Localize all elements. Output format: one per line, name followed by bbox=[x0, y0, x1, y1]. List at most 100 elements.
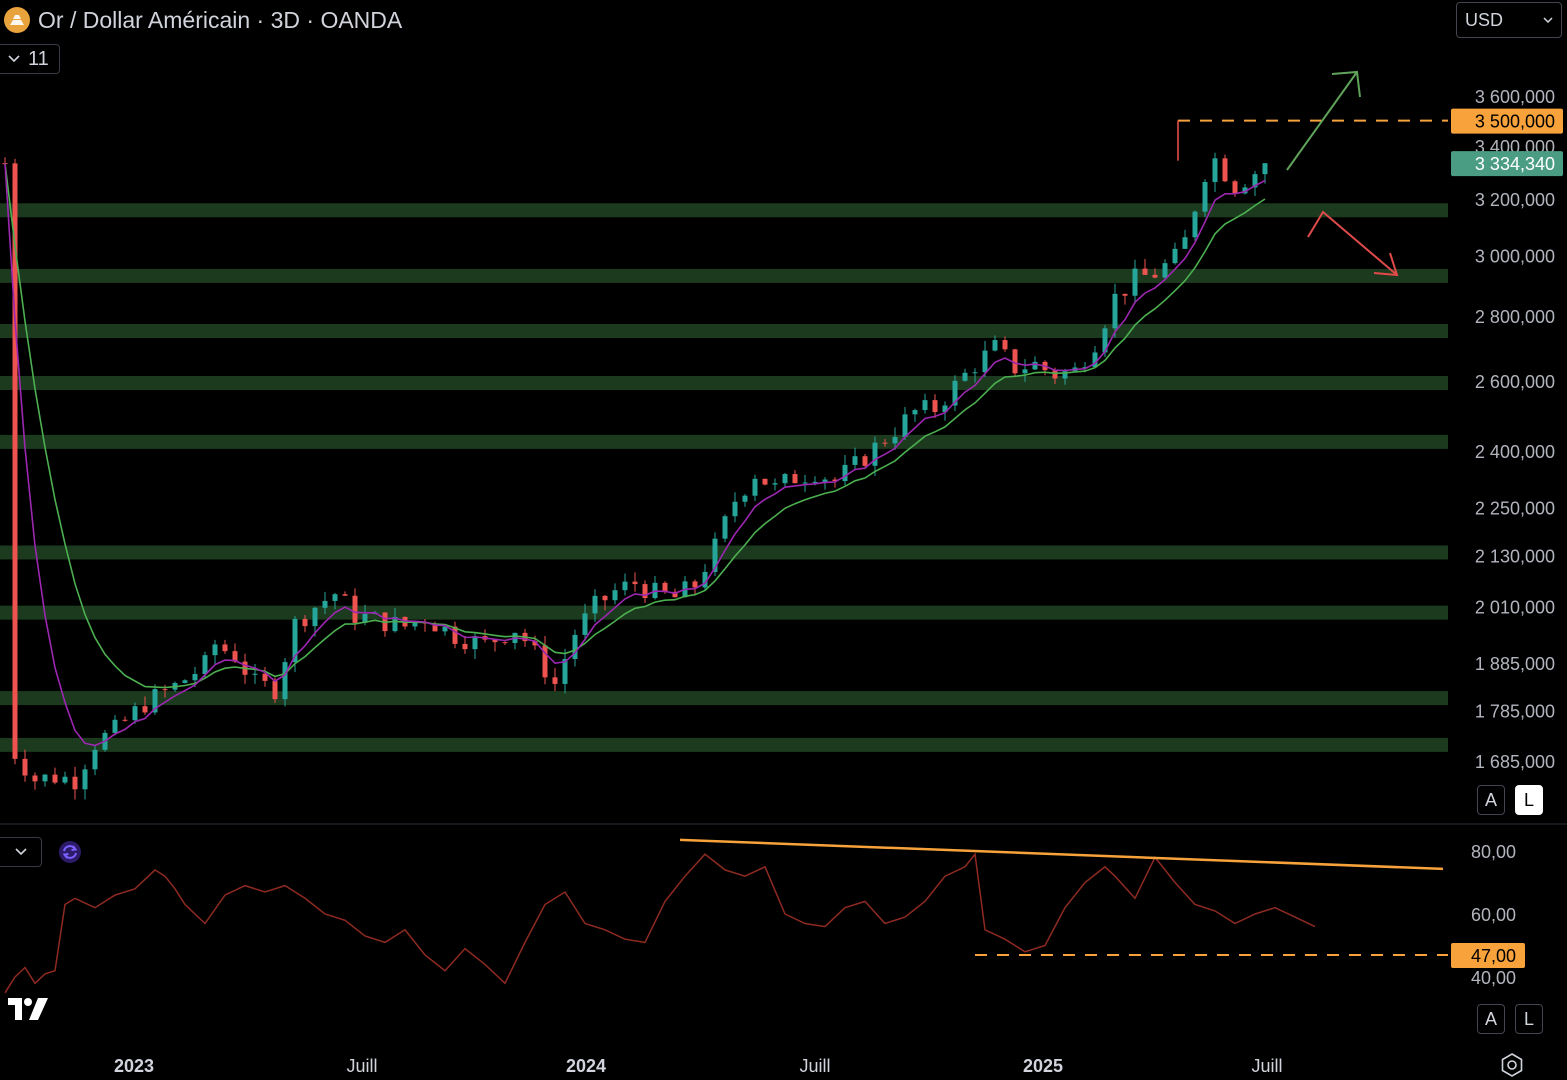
rsi-tick-label: 40,00 bbox=[1471, 968, 1516, 988]
candle-body bbox=[1122, 293, 1128, 296]
candle-body bbox=[502, 642, 508, 644]
support-resistance-zone-6 bbox=[0, 605, 1448, 620]
candle-body bbox=[912, 410, 918, 415]
candle-body bbox=[312, 607, 318, 627]
price-tick-label: 2 010,000 bbox=[1475, 598, 1555, 618]
moving-average-fast-line bbox=[4, 163, 1266, 747]
candle-body bbox=[1022, 369, 1028, 374]
candle-body bbox=[12, 163, 18, 759]
candle-body bbox=[1202, 181, 1208, 212]
rsi-tick-label: 60,00 bbox=[1471, 905, 1516, 925]
candle-body bbox=[782, 474, 788, 484]
time-axis-label: 2025 bbox=[1023, 1056, 1063, 1076]
candle-body bbox=[842, 464, 848, 482]
rsi-auto-scale-button[interactable]: A bbox=[1477, 1004, 1505, 1034]
candle-body bbox=[872, 442, 878, 466]
sync-icon[interactable] bbox=[58, 840, 82, 864]
candle-body bbox=[272, 680, 278, 700]
candle-body bbox=[992, 340, 998, 351]
candle-body bbox=[222, 644, 228, 652]
candle-body bbox=[922, 400, 928, 411]
candle-body bbox=[1182, 237, 1188, 249]
candle-body bbox=[1192, 211, 1198, 238]
candle-body bbox=[1132, 268, 1138, 296]
chart-canvas[interactable]: 3 600,0003 400,0003 200,0003 000,0002 80… bbox=[0, 0, 1567, 1080]
rsi-divergence-trendline bbox=[679, 838, 1444, 871]
time-axis-label: 2023 bbox=[114, 1056, 154, 1076]
candle-body bbox=[352, 595, 358, 623]
candle-body bbox=[982, 350, 988, 373]
candle-body bbox=[212, 644, 218, 656]
time-axis-label: Juill bbox=[346, 1056, 377, 1076]
candle-body bbox=[62, 776, 68, 783]
rsi-log-scale-button[interactable]: L bbox=[1515, 1004, 1543, 1034]
candle-body bbox=[112, 719, 118, 733]
candle-body bbox=[162, 689, 168, 691]
tradingview-logo bbox=[8, 998, 48, 1020]
candle-body bbox=[962, 372, 968, 381]
candle-body bbox=[202, 655, 208, 675]
candle-body bbox=[732, 501, 738, 517]
rsi-collapse-button[interactable] bbox=[0, 837, 42, 867]
settings-gear-icon[interactable] bbox=[1499, 1052, 1525, 1078]
candle-body bbox=[472, 636, 478, 650]
price-tick-label: 1 885,000 bbox=[1475, 654, 1555, 674]
candle-body bbox=[122, 719, 128, 721]
candle-body bbox=[1112, 293, 1118, 329]
candle-body bbox=[902, 414, 908, 438]
symbol-title[interactable]: Or / Dollar Américain · 3D · OANDA bbox=[38, 7, 402, 34]
candle-body bbox=[1052, 370, 1058, 379]
currency-label: USD bbox=[1465, 9, 1504, 30]
candle-body bbox=[332, 594, 338, 601]
candle-body bbox=[1232, 181, 1238, 194]
rsi-support-label: 47,00 bbox=[1471, 946, 1516, 966]
support-resistance-zone-2 bbox=[0, 323, 1448, 338]
currency-select[interactable]: USD bbox=[1456, 2, 1562, 38]
support-resistance-zone-8 bbox=[0, 737, 1448, 752]
candle-body bbox=[582, 613, 588, 635]
candle-body bbox=[1002, 340, 1008, 350]
candle-body bbox=[892, 437, 898, 444]
chevron-down-icon bbox=[8, 55, 20, 63]
price-tick-label: 2 600,000 bbox=[1475, 372, 1555, 392]
candle-body bbox=[22, 758, 28, 776]
price-tick-label: 3 000,000 bbox=[1475, 247, 1555, 267]
price-tick-label: 1 685,000 bbox=[1475, 752, 1555, 772]
candle-body bbox=[792, 474, 798, 484]
time-axis-label: Juill bbox=[799, 1056, 830, 1076]
candle-body bbox=[612, 590, 618, 601]
price-tick-label: 1 785,000 bbox=[1475, 701, 1555, 721]
candle-body bbox=[692, 581, 698, 588]
price-tick-label: 2 250,000 bbox=[1475, 499, 1555, 519]
candle-body bbox=[182, 680, 188, 683]
candle-body bbox=[1032, 361, 1038, 370]
candle-body bbox=[742, 495, 748, 502]
candle-body bbox=[752, 478, 758, 496]
candle-body bbox=[812, 481, 818, 483]
candle-body bbox=[592, 595, 598, 614]
candle-body bbox=[602, 595, 608, 601]
candle-body bbox=[252, 673, 258, 675]
candle-body bbox=[552, 677, 558, 684]
candle-body bbox=[932, 400, 938, 413]
candle-body bbox=[1212, 158, 1218, 182]
candle-body bbox=[862, 456, 868, 466]
candle-body bbox=[822, 479, 828, 482]
indicators-toggle-button[interactable]: 11 bbox=[0, 44, 60, 74]
last-price-label: 3 334,340 bbox=[1475, 154, 1555, 174]
price-tick-label: 3 600,000 bbox=[1475, 87, 1555, 107]
log-scale-button[interactable]: L bbox=[1515, 785, 1543, 815]
candle-body bbox=[1162, 263, 1168, 278]
candle-body bbox=[302, 618, 308, 627]
candle-body bbox=[1152, 274, 1158, 278]
candle-body bbox=[192, 674, 198, 681]
candle-body bbox=[342, 594, 348, 596]
candle-body bbox=[322, 600, 328, 608]
chevron-down-icon bbox=[14, 848, 27, 856]
candle-body bbox=[882, 442, 888, 444]
candle-body bbox=[142, 706, 148, 713]
candle-body bbox=[1222, 158, 1228, 182]
candle-body bbox=[82, 769, 88, 790]
candle-body bbox=[622, 581, 628, 591]
auto-scale-button[interactable]: A bbox=[1477, 785, 1505, 815]
